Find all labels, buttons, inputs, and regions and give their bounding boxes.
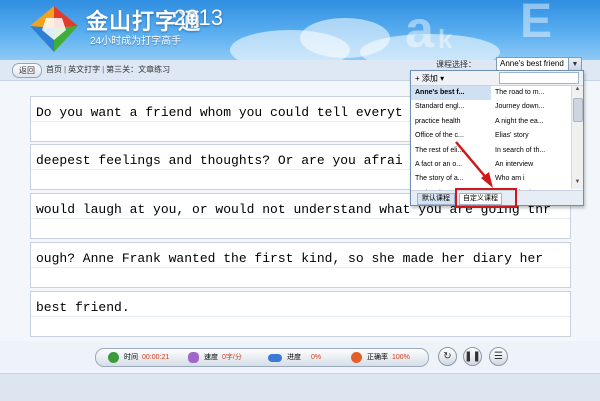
course-item[interactable]: In search of th...: [491, 144, 571, 158]
typing-line-text: ough? Anne Frank wanted the first kind, …: [36, 251, 544, 266]
breadcrumb-home[interactable]: 首页: [46, 65, 62, 74]
course-select-label: 课程选择：: [436, 60, 476, 69]
stat-accuracy: 正确率 100%: [367, 352, 410, 362]
stats-panel: 时间 00:00:21 速度 0字/分 进度 0% 正确率 100%: [95, 348, 429, 367]
stat-progress: 进度 0%: [287, 352, 321, 362]
dropdown-scrollbar[interactable]: ▲ ▼: [571, 86, 583, 189]
course-item[interactable]: The rest of eli...: [411, 144, 491, 158]
typing-line[interactable]: best friend.: [30, 291, 571, 337]
plus-icon: +: [415, 74, 422, 83]
dropdown-toolbar: + 添加 ▾: [411, 71, 583, 86]
highlight-box: [455, 188, 517, 208]
typing-input-row[interactable]: [31, 218, 570, 237]
add-course-label: 添加: [421, 74, 438, 83]
app-slogan: 24小时成为打字高手: [90, 36, 182, 47]
typing-line-text: best friend.: [36, 300, 130, 315]
scroll-up-icon[interactable]: ▲: [572, 86, 583, 96]
app-logo-icon: [30, 6, 78, 52]
decorative-letter-icon: a: [405, 1, 434, 59]
stat-time: 时间 00:00:21: [124, 352, 169, 362]
course-list-left: Anne's best f... Standard engl... practi…: [411, 86, 491, 201]
stat-progress-label: 进度: [287, 354, 301, 361]
clock-icon: [108, 352, 119, 363]
dropdown-search-input[interactable]: [499, 72, 579, 84]
course-item[interactable]: Anne's best f...: [411, 86, 491, 101]
breadcrumb-separator: |: [64, 65, 67, 74]
course-item[interactable]: A fact or an o...: [411, 158, 491, 172]
course-item[interactable]: A night the ea...: [491, 115, 571, 129]
stat-accuracy-label: 正确率: [367, 354, 388, 361]
stat-time-value: 00:00:21: [142, 354, 170, 361]
tab-default-courses[interactable]: 默认课程: [417, 193, 455, 205]
breadcrumb-separator: |: [102, 65, 105, 74]
course-select-value: Anne's best friend: [500, 59, 564, 68]
back-button[interactable]: 返回: [12, 63, 42, 78]
stat-speed-value: 0字/分: [222, 354, 242, 361]
course-list-right: The road to m... Journey down... A night…: [491, 86, 571, 201]
progress-icon: [268, 354, 282, 362]
course-item[interactable]: practice health: [411, 115, 491, 129]
bottom-strip: [0, 373, 600, 401]
breadcrumb: 首页 | 英文打字 | 第三关：文章练习: [46, 64, 170, 75]
typing-input-row[interactable]: [31, 267, 570, 286]
restart-icon[interactable]: ↻: [438, 347, 457, 366]
course-item[interactable]: Standard engl...: [411, 100, 491, 114]
typing-input-row[interactable]: [31, 316, 570, 335]
stat-time-label: 时间: [124, 354, 138, 361]
course-item[interactable]: An interview: [491, 158, 571, 172]
breadcrumb-current: 第三关：文章练习: [106, 65, 171, 74]
app-header: a k E 金山打字通 2013 24小时成为打字高手: [0, 0, 600, 60]
caret-down-icon: ▾: [437, 74, 445, 83]
course-item[interactable]: The road to m...: [491, 86, 571, 100]
app-year: 2013: [174, 5, 223, 30]
speed-icon: [188, 352, 199, 363]
pause-icon[interactable]: ❚❚: [463, 347, 482, 366]
typing-line[interactable]: ough? Anne Frank wanted the first kind, …: [30, 242, 571, 288]
decorative-letter-icon: E: [520, 0, 553, 48]
stat-progress-value: 0%: [311, 354, 322, 361]
add-course-button[interactable]: + 添加 ▾: [415, 73, 444, 84]
stat-accuracy-value: 100%: [392, 354, 410, 361]
course-dropdown: + 添加 ▾ Anne's best f... Standard engl...…: [410, 70, 584, 206]
course-item[interactable]: Office of the c...: [411, 129, 491, 143]
decorative-letter-icon: k: [438, 24, 453, 54]
breadcrumb-english-typing[interactable]: 英文打字: [68, 65, 100, 74]
course-item[interactable]: Elias' story: [491, 129, 571, 143]
course-item[interactable]: Who am i: [491, 172, 571, 186]
stat-speed: 速度 0字/分: [204, 352, 242, 362]
stat-speed-label: 速度: [204, 354, 218, 361]
typing-line-text: deepest feelings and thoughts? Or are yo…: [36, 153, 403, 168]
scrollbar-thumb[interactable]: [573, 98, 583, 122]
typing-line-text: Do you want a friend whom you could tell…: [36, 105, 403, 120]
accuracy-icon: [351, 352, 362, 363]
course-item[interactable]: Journey down...: [491, 100, 571, 114]
course-item[interactable]: The story of a...: [411, 172, 491, 186]
settings-icon[interactable]: ☰: [489, 347, 508, 366]
scroll-down-icon[interactable]: ▼: [572, 179, 583, 189]
